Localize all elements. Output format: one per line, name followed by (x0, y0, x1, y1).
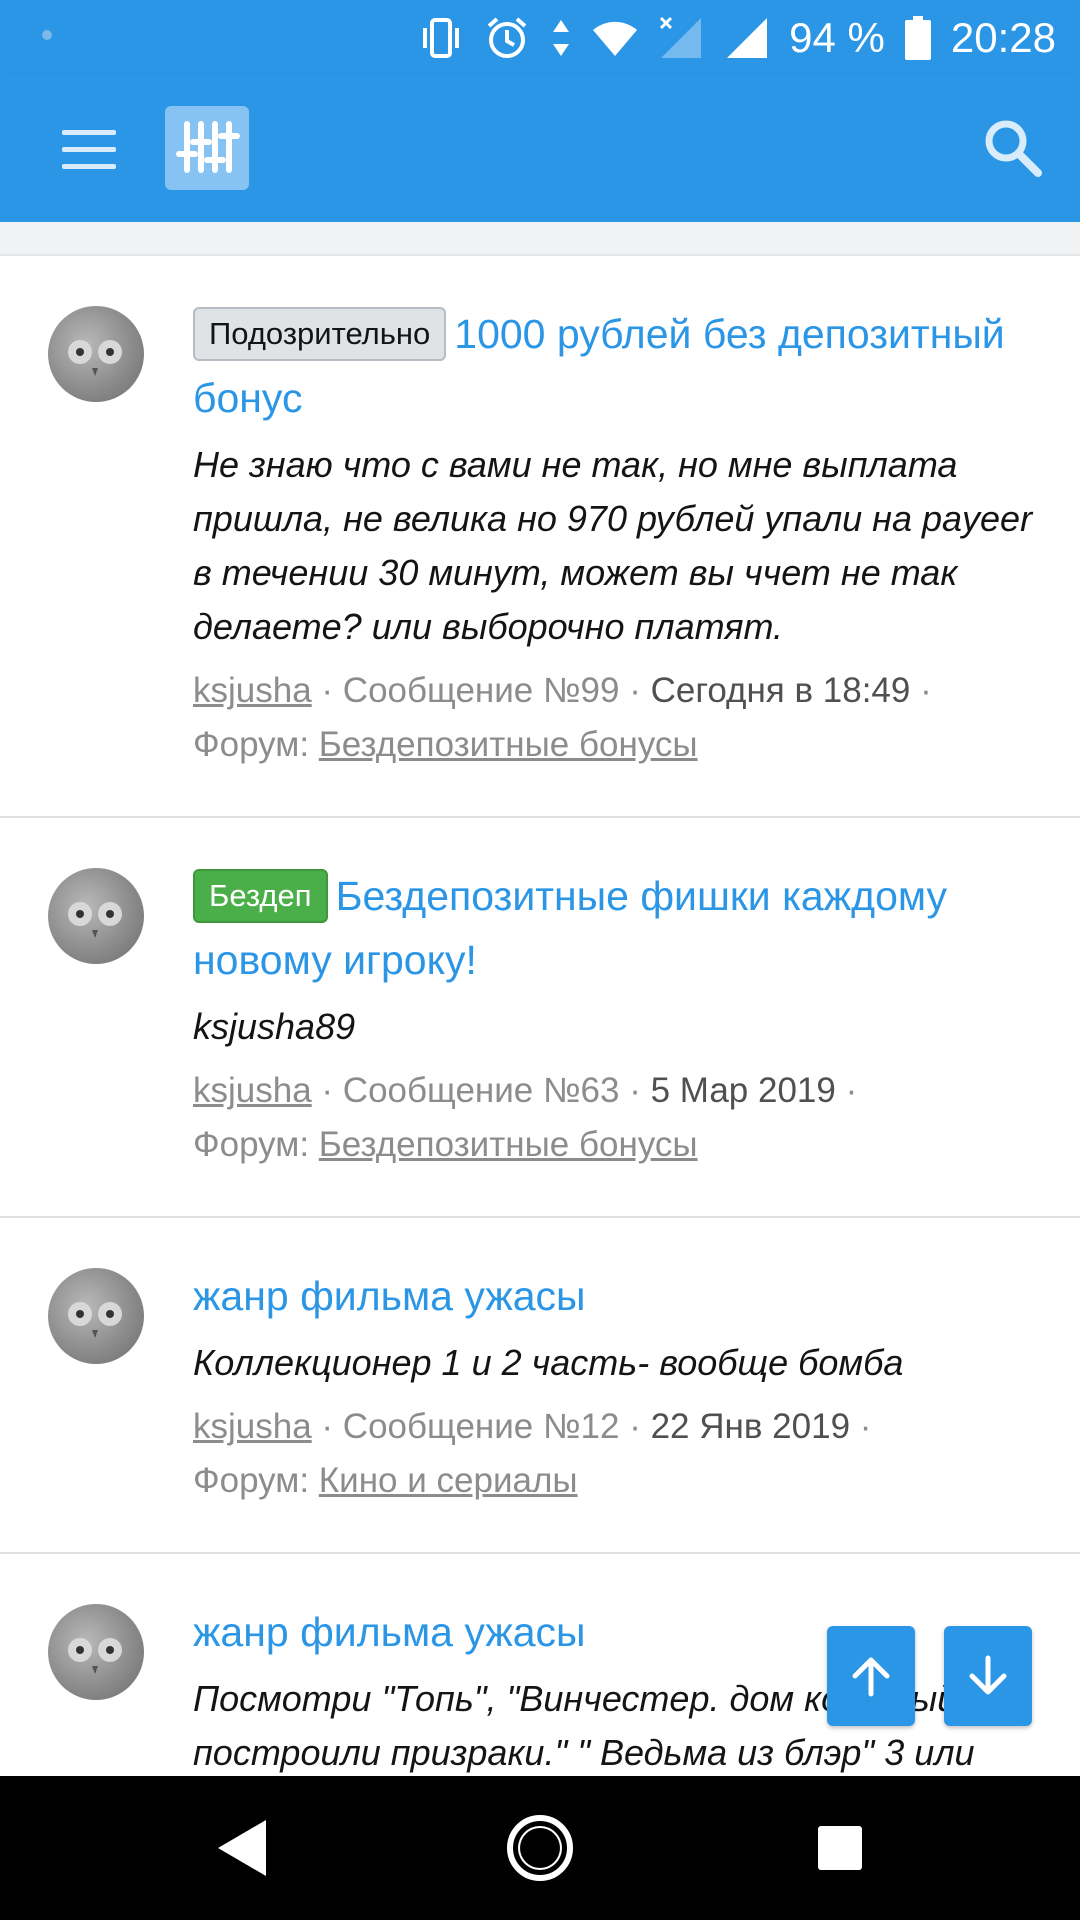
owl-face-icon (68, 902, 122, 938)
message-number: Сообщение №63 (342, 1071, 620, 1110)
post-date: Сегодня в 18:49 (650, 671, 911, 710)
message-number: Сообщение №99 (342, 671, 620, 710)
avatar[interactable] (48, 306, 144, 402)
scroll-top-button[interactable] (827, 1626, 915, 1726)
search-button[interactable] (980, 115, 1046, 181)
arrow-down-icon (969, 1655, 1007, 1695)
result-title-line: Подозрительно 1000 рублей без депозитный … (193, 302, 1040, 430)
app-bar (0, 75, 1080, 222)
result-title-link[interactable]: жанр фильма ужасы (193, 1273, 586, 1319)
meta-separator: · (920, 671, 932, 710)
data-arrows-icon (549, 14, 573, 62)
result-title-line: жанр фильма ужасы (193, 1264, 1040, 1328)
owl-face-icon (68, 340, 122, 376)
owl-face-icon (68, 1638, 122, 1674)
avatar[interactable] (48, 1268, 144, 1364)
filter-sliders-icon (176, 121, 240, 173)
menu-icon-line (62, 147, 116, 152)
battery-icon (903, 14, 933, 62)
scroll-bottom-button[interactable] (944, 1626, 1032, 1726)
result-snippet: Коллекционер 1 и 2 часть- вообще бомба (193, 1342, 904, 1383)
prefix-label: Подозрительно (193, 307, 447, 361)
list-top-divider (0, 222, 1080, 256)
wifi-icon (591, 14, 639, 62)
menu-icon (62, 130, 116, 135)
menu-icon-line (62, 164, 116, 169)
arrow-up-icon (852, 1657, 890, 1697)
meta-separator: · (845, 1071, 858, 1110)
post-date: 22 Янв 2019 (650, 1407, 851, 1446)
prefix-label: Бездеп (193, 869, 328, 923)
result-meta: ksjusha · Сообщение №63 · 5 Мар 2019 · Ф… (193, 1064, 1040, 1172)
meta-separator: · (629, 1071, 651, 1110)
filter-button[interactable] (165, 106, 249, 190)
forum-prefix: Форум: (193, 1125, 310, 1164)
alarm-icon (483, 14, 531, 62)
search-icon (985, 120, 1042, 177)
meta-separator: · (629, 1407, 651, 1446)
signal-off-icon (657, 14, 705, 62)
home-icon (507, 1815, 573, 1881)
result-title-link[interactable]: жанр фильма ужасы (193, 1609, 586, 1655)
list-item: жанр фильма ужасы Коллекционер 1 и 2 час… (0, 1218, 1080, 1554)
meta-separator: · (859, 1407, 872, 1446)
notification-dot-icon (42, 30, 52, 40)
recents-icon (818, 1826, 862, 1870)
author-link[interactable]: ksjusha (193, 1407, 312, 1446)
forum-link[interactable]: Бездепозитные бонусы (319, 725, 698, 764)
vibrate-icon (417, 14, 465, 62)
meta-separator: · (321, 1407, 343, 1446)
result-title-line: Бездеп Бездепозитные фишки каждому новому… (193, 864, 1040, 992)
battery-percent: 94 % (789, 13, 885, 61)
back-icon (218, 1820, 266, 1876)
status-bar: 94 % 20:28 (0, 0, 1080, 75)
result-snippet: ksjusha89 (193, 1006, 356, 1047)
avatar[interactable] (48, 1604, 144, 1700)
owl-face-icon (68, 1302, 122, 1338)
home-button[interactable] (500, 1808, 580, 1888)
back-button[interactable] (200, 1808, 280, 1888)
result-snippet: Не знаю что с вами не так, но мне выплат… (193, 444, 1033, 647)
message-number: Сообщение №12 (342, 1407, 620, 1446)
forum-prefix: Форум: (193, 725, 310, 764)
signal-icon (723, 14, 771, 62)
meta-separator: · (321, 1071, 343, 1110)
forum-link[interactable]: Кино и сериалы (319, 1461, 578, 1500)
forum-link[interactable]: Бездепозитные бонусы (319, 1125, 698, 1164)
meta-separator: · (629, 671, 651, 710)
result-meta: ksjusha · Сообщение №12 · 22 Янв 2019 · … (193, 1400, 1040, 1508)
search-results-list: Подозрительно 1000 рублей без депозитный … (0, 256, 1080, 1854)
forum-prefix: Форум: (193, 1461, 310, 1500)
meta-separator: · (321, 671, 343, 710)
list-item: Бездеп Бездепозитные фишки каждому новому… (0, 818, 1080, 1218)
recents-button[interactable] (800, 1808, 880, 1888)
result-meta: ksjusha · Сообщение №99 · Сегодня в 18:4… (193, 664, 1040, 772)
status-icons: 94 % 20:28 (417, 0, 1056, 75)
clock: 20:28 (950, 13, 1056, 61)
list-item: Подозрительно 1000 рублей без депозитный … (0, 256, 1080, 818)
post-date: 5 Мар 2019 (650, 1071, 836, 1110)
navigation-bar (0, 1776, 1080, 1920)
author-link[interactable]: ksjusha (193, 1071, 312, 1110)
avatar[interactable] (48, 868, 144, 964)
menu-button[interactable] (56, 120, 122, 178)
author-link[interactable]: ksjusha (193, 671, 312, 710)
